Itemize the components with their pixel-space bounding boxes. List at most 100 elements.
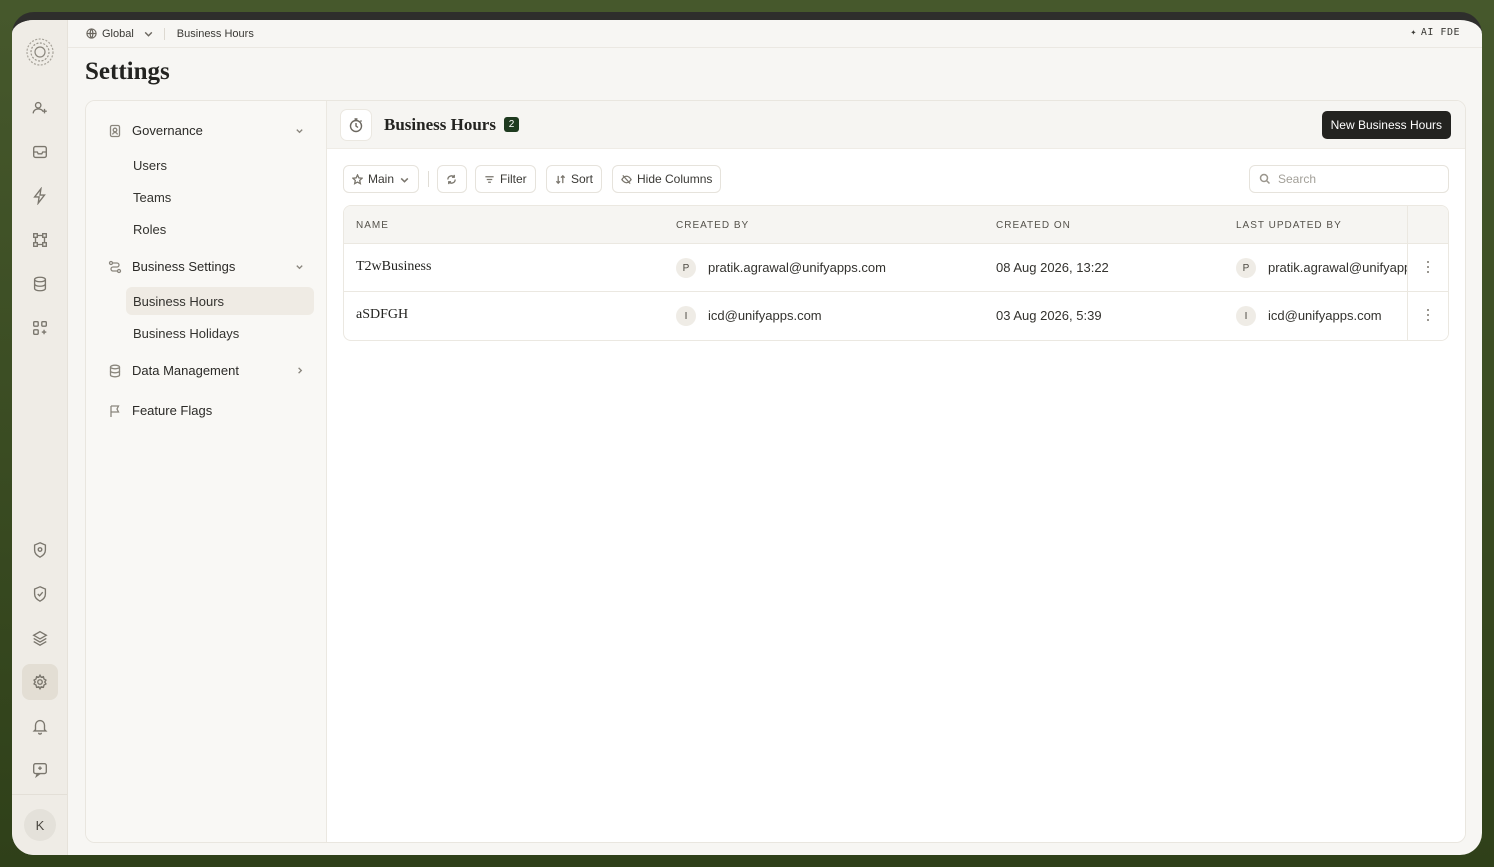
inbox-icon[interactable] xyxy=(22,134,58,170)
refresh-icon xyxy=(447,174,456,184)
search-input[interactable] xyxy=(1278,172,1438,186)
nav-item-users[interactable]: Users xyxy=(126,151,314,179)
app-logo-icon[interactable] xyxy=(24,36,56,68)
nav-item-roles[interactable]: Roles xyxy=(126,215,314,243)
table-row[interactable]: T2wBusiness P pratik.agrawal@unifyapps.c… xyxy=(344,244,1448,292)
more-options-icon[interactable] xyxy=(1427,309,1430,323)
timer-icon xyxy=(340,109,372,141)
hide-columns-button[interactable]: Hide Columns xyxy=(612,165,722,193)
more-options-icon[interactable] xyxy=(1427,261,1430,275)
nav-group-label: Data Management xyxy=(132,363,239,378)
layers-icon[interactable] xyxy=(22,620,58,656)
content-header: Business Hours 2 New Business Hours xyxy=(327,101,1465,149)
rail-divider xyxy=(12,794,67,795)
search-box[interactable] xyxy=(1249,165,1449,193)
nav-group-label: Business Settings xyxy=(132,259,236,274)
bell-icon[interactable] xyxy=(22,708,58,744)
badge-icon xyxy=(109,124,121,137)
avatar: I xyxy=(1236,306,1256,326)
content-title: Business Hours xyxy=(384,115,496,134)
hide-columns-label: Hide Columns xyxy=(637,172,713,186)
left-rail: K xyxy=(12,20,68,855)
filter-label: Filter xyxy=(500,172,527,186)
created-on: 03 Aug 2026, 5:39 xyxy=(996,308,1102,323)
business-hours-content: Business Hours 2 New Business Hours Main… xyxy=(327,101,1465,842)
last-updated-by: pratik.agrawal@unifyapps.com xyxy=(1268,260,1407,275)
nav-group-business-settings[interactable]: Business Settings xyxy=(108,259,304,274)
column-header-last-updated-by[interactable]: LAST UPDATED BY xyxy=(1236,220,1342,231)
chevron-right-icon xyxy=(298,367,303,374)
settings-subnav: Governance Users Teams Roles Business Se… xyxy=(86,101,327,842)
ai-fde-button[interactable]: ✦ AI FDE xyxy=(1410,27,1460,38)
ai-fde-label: AI FDE xyxy=(1420,27,1460,38)
table-toolbar: Main Filter Sort Hide Columns xyxy=(343,165,1449,193)
toolbar-separator xyxy=(428,171,429,187)
eye-off-icon xyxy=(621,174,632,184)
star-icon xyxy=(352,173,363,185)
search-icon xyxy=(1259,173,1271,185)
page-title: Settings xyxy=(85,58,170,85)
sparkle-icon: ✦ xyxy=(1410,27,1417,38)
shield-icon[interactable] xyxy=(22,532,58,568)
workflow-icon[interactable] xyxy=(22,222,58,258)
view-label: Main xyxy=(368,172,395,186)
user-avatar[interactable]: K xyxy=(24,809,56,841)
chevron-down-icon xyxy=(400,177,409,183)
top-bar: Global Business Hours ✦ AI FDE xyxy=(68,20,1482,48)
chevron-down-icon xyxy=(144,31,153,37)
database-icon[interactable] xyxy=(22,266,58,302)
table-row[interactable]: aSDFGH I icd@unifyapps.com 03 Aug 2026, … xyxy=(344,292,1448,340)
avatar: I xyxy=(676,306,696,326)
apps-icon[interactable] xyxy=(22,310,58,346)
avatar: P xyxy=(1236,258,1256,278)
column-header-created-on[interactable]: CREATED ON xyxy=(996,220,1071,231)
filter-icon xyxy=(485,175,494,183)
flag-icon xyxy=(110,404,120,417)
created-by: icd@unifyapps.com xyxy=(708,308,822,323)
breadcrumb-separator xyxy=(163,27,165,40)
column-header-created-by[interactable]: CREATED BY xyxy=(676,220,749,231)
breadcrumb: Business Hours xyxy=(176,27,254,40)
shield-check-icon[interactable] xyxy=(22,576,58,612)
count-badge: 2 xyxy=(504,117,519,132)
created-on: 08 Aug 2026, 13:22 xyxy=(996,260,1109,275)
avatar: P xyxy=(676,258,696,278)
new-business-hours-button[interactable]: New Business Hours xyxy=(1321,111,1451,139)
row-name[interactable]: aSDFGH xyxy=(356,307,656,323)
last-updated-by: icd@unifyapps.com xyxy=(1268,308,1382,323)
scope-selector[interactable]: Global xyxy=(86,28,154,40)
filter-button[interactable]: Filter xyxy=(475,165,536,193)
nav-item-teams[interactable]: Teams xyxy=(126,183,314,211)
view-selector[interactable]: Main xyxy=(343,165,420,193)
desktop-background: K Global Business Hours ✦ AI FDE Setting… xyxy=(0,0,1494,867)
app-window: K Global Business Hours ✦ AI FDE Setting… xyxy=(12,12,1482,855)
nav-group-governance[interactable]: Governance xyxy=(108,123,304,138)
column-header-name[interactable]: NAME xyxy=(356,220,389,231)
database-icon xyxy=(109,364,121,377)
refresh-button[interactable] xyxy=(437,165,467,193)
nav-group-label: Feature Flags xyxy=(132,403,213,418)
business-hours-table: NAME CREATED BY CREATED ON LAST UPDATED … xyxy=(343,205,1449,341)
created-by: pratik.agrawal@unifyapps.com xyxy=(708,260,886,275)
nav-group-data-management[interactable]: Data Management xyxy=(108,363,304,378)
scope-label: Global xyxy=(102,27,134,40)
nav-group-feature-flags[interactable]: Feature Flags xyxy=(108,403,304,418)
sort-button[interactable]: Sort xyxy=(546,165,603,193)
row-name[interactable]: T2wBusiness xyxy=(356,259,656,275)
gear-icon[interactable] xyxy=(22,664,58,700)
user-plus-icon[interactable] xyxy=(22,90,58,126)
nav-item-business-holidays[interactable]: Business Holidays xyxy=(126,319,314,347)
feedback-icon[interactable] xyxy=(22,752,58,788)
row-actions xyxy=(1407,244,1448,291)
bolt-icon[interactable] xyxy=(22,178,58,214)
route-icon xyxy=(108,260,122,273)
chevron-down-icon xyxy=(296,265,303,270)
nav-group-label: Governance xyxy=(132,123,203,138)
settings-panel: Governance Users Teams Roles Business Se… xyxy=(85,100,1466,843)
nav-item-business-hours[interactable]: Business Hours xyxy=(126,287,314,315)
table-header: NAME CREATED BY CREATED ON LAST UPDATED … xyxy=(344,206,1448,244)
chevron-down-icon xyxy=(296,129,303,134)
globe-icon xyxy=(86,28,97,39)
sort-label: Sort xyxy=(571,172,594,186)
sort-icon xyxy=(555,174,566,184)
